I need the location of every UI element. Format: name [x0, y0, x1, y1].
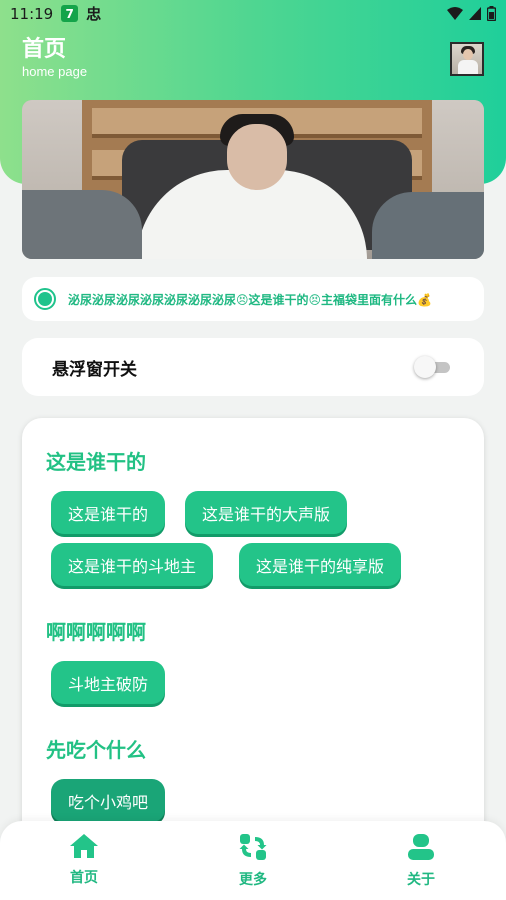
nav-label-more: 更多 — [239, 872, 267, 888]
ticker-dot-icon — [34, 288, 56, 310]
float-window-label: 悬浮窗开关 — [52, 359, 137, 380]
announcement-ticker: 泌尿泌尿泌尿泌尿泌尿泌尿泌尿😣这是谁干的😣主福袋里面有什么💰 — [22, 277, 484, 321]
nav-item-home[interactable]: 首页 — [44, 833, 124, 887]
avatar[interactable] — [450, 42, 484, 76]
section-title-2: 啊啊啊啊啊 — [46, 620, 146, 644]
status-bar: 11:19 7 忠 — [0, 0, 506, 27]
sound-button[interactable]: 这是谁干的大声版 — [185, 491, 348, 534]
sound-button[interactable]: 斗地主破防 — [51, 661, 166, 704]
float-window-switch[interactable] — [414, 356, 454, 378]
wifi-icon — [447, 7, 463, 20]
bottom-navigation: 首页 更多 关于 — [0, 821, 506, 900]
page-title: 首页 — [22, 37, 67, 62]
sound-button[interactable]: 这是谁干的斗地主 — [51, 543, 214, 586]
sound-button[interactable]: 这是谁干的 — [51, 491, 166, 534]
home-icon — [70, 834, 98, 858]
swap-icon — [239, 834, 267, 860]
banner-image[interactable] — [22, 100, 484, 259]
nav-label-about: 关于 — [407, 872, 435, 888]
sound-button[interactable]: 吃个小鸡吧 — [51, 779, 166, 822]
battery-icon — [487, 6, 496, 21]
nav-label-home: 首页 — [70, 870, 98, 886]
section-title-1: 这是谁干的 — [46, 450, 146, 474]
nav-item-more[interactable]: 更多 — [213, 833, 293, 889]
sound-button[interactable]: 这是谁干的纯享版 — [239, 543, 402, 586]
notification-badge: 7 — [61, 5, 79, 22]
section-title-3: 先吃个什么 — [46, 738, 146, 762]
signal-icon — [469, 7, 481, 20]
status-app-glyph: 忠 — [86, 5, 102, 23]
nav-item-about[interactable]: 关于 — [381, 833, 461, 889]
ticker-text: 泌尿泌尿泌尿泌尿泌尿泌尿泌尿😣这是谁干的😣主福袋里面有什么💰 — [68, 292, 432, 307]
status-time: 11:19 — [10, 4, 54, 23]
page-subtitle: home page — [22, 64, 88, 79]
page-header: 首页 home page — [22, 36, 87, 80]
person-icon — [408, 834, 434, 860]
float-window-toggle-card: 悬浮窗开关 — [22, 338, 484, 396]
